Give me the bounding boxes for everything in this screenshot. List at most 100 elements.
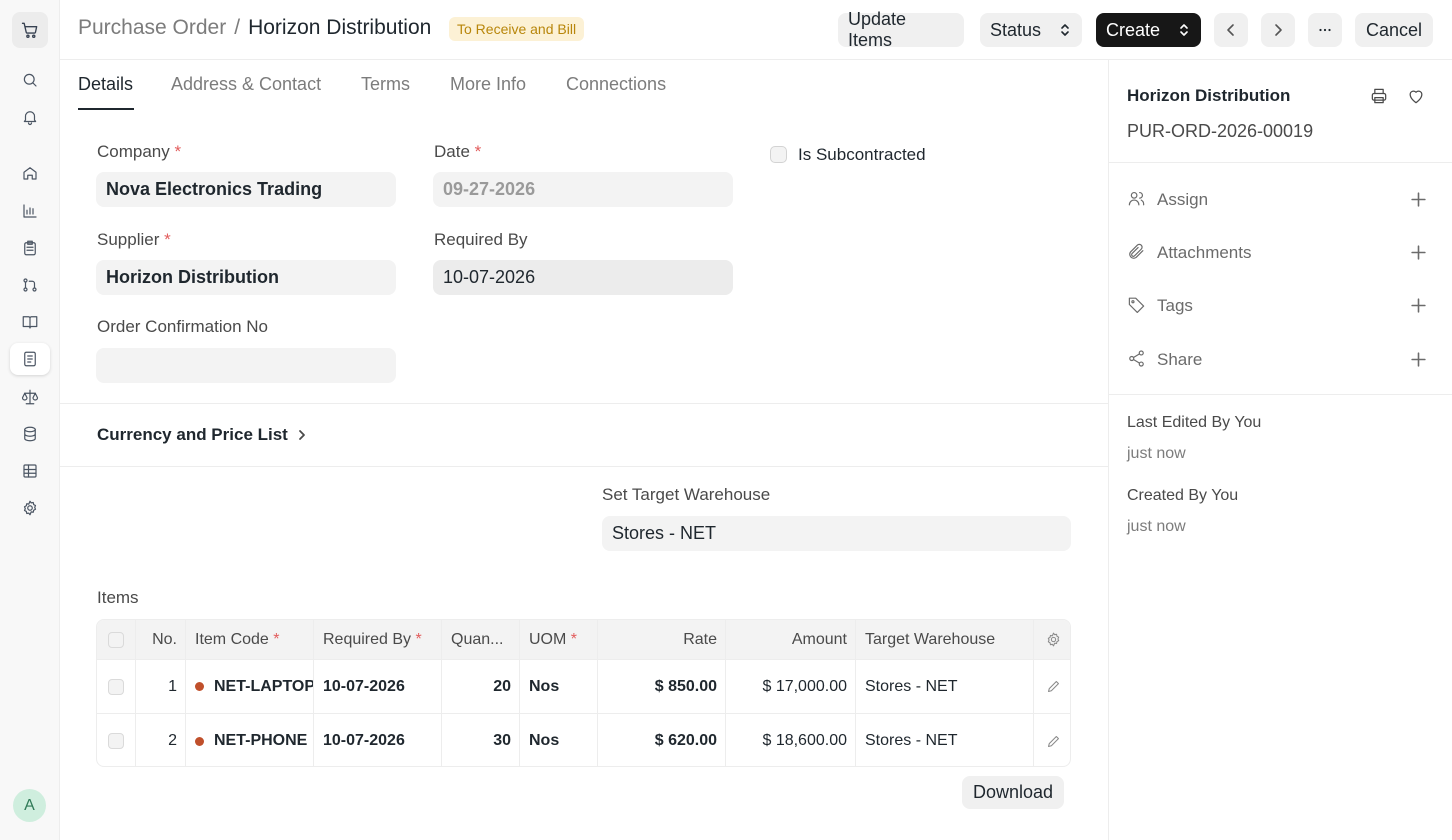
date-field[interactable]: 09-27-2026 — [433, 172, 733, 207]
items-table: No. Item Code * Required By * Quan... UO… — [96, 619, 1071, 767]
pencil-icon[interactable] — [1045, 678, 1062, 695]
status-dot — [195, 736, 204, 746]
gear-icon[interactable] — [1045, 631, 1062, 648]
heart-icon[interactable] — [1406, 86, 1426, 106]
clipboard-icon[interactable] — [10, 232, 50, 264]
uom-cell[interactable]: Nos — [520, 714, 598, 766]
status-badge: To Receive and Bill — [449, 17, 585, 41]
bar-chart-icon[interactable] — [10, 195, 50, 227]
column-header-uom-text: UOM — [529, 630, 567, 648]
tab-terms[interactable]: Terms — [361, 74, 410, 95]
target-warehouse-cell[interactable]: Stores - NET — [856, 714, 1034, 766]
order-confirmation-field[interactable] — [96, 348, 396, 383]
currency-price-list-section[interactable]: Currency and Price List — [97, 425, 308, 445]
page-header: Purchase Order / Horizon Distribution To… — [60, 0, 1452, 60]
database-icon[interactable] — [10, 418, 50, 450]
rate-cell[interactable]: $ 850.00 — [598, 660, 726, 713]
row-checkbox[interactable] — [108, 678, 124, 695]
column-header-quantity: Quan... — [442, 620, 520, 659]
row-number: 1 — [136, 660, 186, 713]
pencil-icon[interactable] — [1045, 733, 1062, 750]
edit-row-cell — [1034, 714, 1070, 766]
column-header-amount: Amount — [726, 620, 856, 659]
tab-connections[interactable]: Connections — [566, 74, 666, 95]
paperclip-icon — [1127, 242, 1146, 264]
chevron-up-down-icon — [1061, 24, 1069, 36]
create-button[interactable]: Create — [1096, 13, 1201, 47]
sidebar-divider — [1109, 394, 1452, 395]
quantity-cell[interactable]: 20 — [442, 660, 520, 713]
supplier-field[interactable]: Horizon Distribution — [96, 260, 396, 295]
scale-icon[interactable] — [10, 381, 50, 413]
tab-more-info[interactable]: More Info — [450, 74, 526, 95]
download-button[interactable]: Download — [962, 776, 1065, 809]
status-button[interactable]: Status — [980, 13, 1082, 47]
currency-section-label: Currency and Price List — [97, 425, 288, 444]
active-tab-indicator — [78, 108, 134, 110]
supplier-label-text: Supplier — [97, 230, 160, 249]
tab-details[interactable]: Details — [78, 74, 133, 95]
breadcrumb-parent[interactable]: Purchase Order — [78, 16, 226, 40]
table-row[interactable]: 1 NET-LAPTOP 10-07-2026 20 Nos $ 850.00 … — [97, 660, 1070, 714]
sidebar-item-label: Tags — [1157, 296, 1193, 315]
sidebar-item-label: Share — [1157, 350, 1203, 369]
tab-address-contact[interactable]: Address & Contact — [171, 74, 321, 95]
item-code-cell[interactable]: NET-PHONE — [186, 714, 314, 766]
required-mark: * — [164, 230, 171, 249]
target-warehouse-field[interactable]: Stores - NET — [602, 516, 1071, 551]
column-header-target-warehouse: Target Warehouse — [856, 620, 1034, 659]
sidebar-item-label: Assign — [1157, 190, 1209, 209]
required-by-cell[interactable]: 10-07-2026 — [314, 714, 442, 766]
items-label: Items — [97, 588, 139, 607]
printer-icon[interactable] — [1369, 86, 1389, 106]
cancel-button[interactable]: Cancel — [1355, 13, 1433, 47]
plus-icon[interactable] — [1410, 297, 1427, 317]
last-edited-label: Last Edited By You — [1127, 414, 1262, 431]
quantity-cell[interactable]: 30 — [442, 714, 520, 766]
company-label-text: Company — [97, 142, 170, 161]
more-options-button[interactable] — [1308, 13, 1342, 47]
plus-icon[interactable] — [1410, 244, 1427, 264]
plus-icon[interactable] — [1410, 351, 1427, 371]
previous-button[interactable] — [1214, 13, 1248, 47]
target-warehouse-cell[interactable]: Stores - NET — [856, 660, 1034, 713]
date-label-text: Date — [434, 142, 470, 161]
required-mark: * — [174, 142, 182, 161]
company-field[interactable]: Nova Electronics Trading — [96, 172, 396, 207]
table-icon[interactable] — [10, 455, 50, 487]
next-button[interactable] — [1261, 13, 1295, 47]
sidebar-item-tags[interactable]: Tags — [1127, 294, 1437, 318]
required-by-field[interactable]: 10-07-2026 — [433, 260, 733, 295]
sidebar-item-attachments[interactable]: Attachments — [1127, 241, 1437, 265]
book-icon[interactable] — [10, 306, 50, 338]
column-header-item-code-text: Item Code — [195, 630, 269, 648]
table-header: No. Item Code * Required By * Quan... UO… — [97, 620, 1070, 660]
date-label: Date * — [434, 142, 481, 162]
is-subcontracted-checkbox[interactable] — [770, 146, 787, 163]
rate-cell[interactable]: $ 620.00 — [598, 714, 726, 766]
home-icon[interactable] — [10, 157, 50, 189]
column-header-no: No. — [136, 620, 186, 659]
table-row[interactable]: 2 NET-PHONE 10-07-2026 30 Nos $ 620.00 $… — [97, 714, 1070, 766]
bell-icon[interactable] — [10, 101, 50, 133]
cart-icon[interactable] — [12, 12, 48, 48]
plus-icon[interactable] — [1410, 191, 1427, 211]
uom-cell[interactable]: Nos — [520, 660, 598, 713]
chevron-right-icon — [1275, 24, 1282, 36]
sidebar-item-assign[interactable]: Assign — [1127, 188, 1437, 212]
avatar[interactable]: A — [13, 789, 46, 822]
item-code-cell[interactable]: NET-LAPTOP — [186, 660, 314, 713]
chevron-left-icon — [1227, 24, 1234, 36]
update-items-button[interactable]: Update Items — [838, 9, 964, 50]
sidebar-item-share[interactable]: Share — [1127, 348, 1437, 372]
amount-cell: $ 18,600.00 — [726, 714, 856, 766]
required-by-cell[interactable]: 10-07-2026 — [314, 660, 442, 713]
search-icon[interactable] — [10, 64, 50, 96]
settings-icon[interactable] — [10, 492, 50, 524]
select-all-checkbox[interactable] — [108, 631, 124, 648]
more-horizontal-icon — [1319, 28, 1331, 32]
column-settings-cell — [1034, 620, 1070, 659]
row-checkbox[interactable] — [108, 733, 124, 749]
document-icon[interactable] — [10, 343, 50, 375]
workflow-icon[interactable] — [10, 269, 50, 301]
